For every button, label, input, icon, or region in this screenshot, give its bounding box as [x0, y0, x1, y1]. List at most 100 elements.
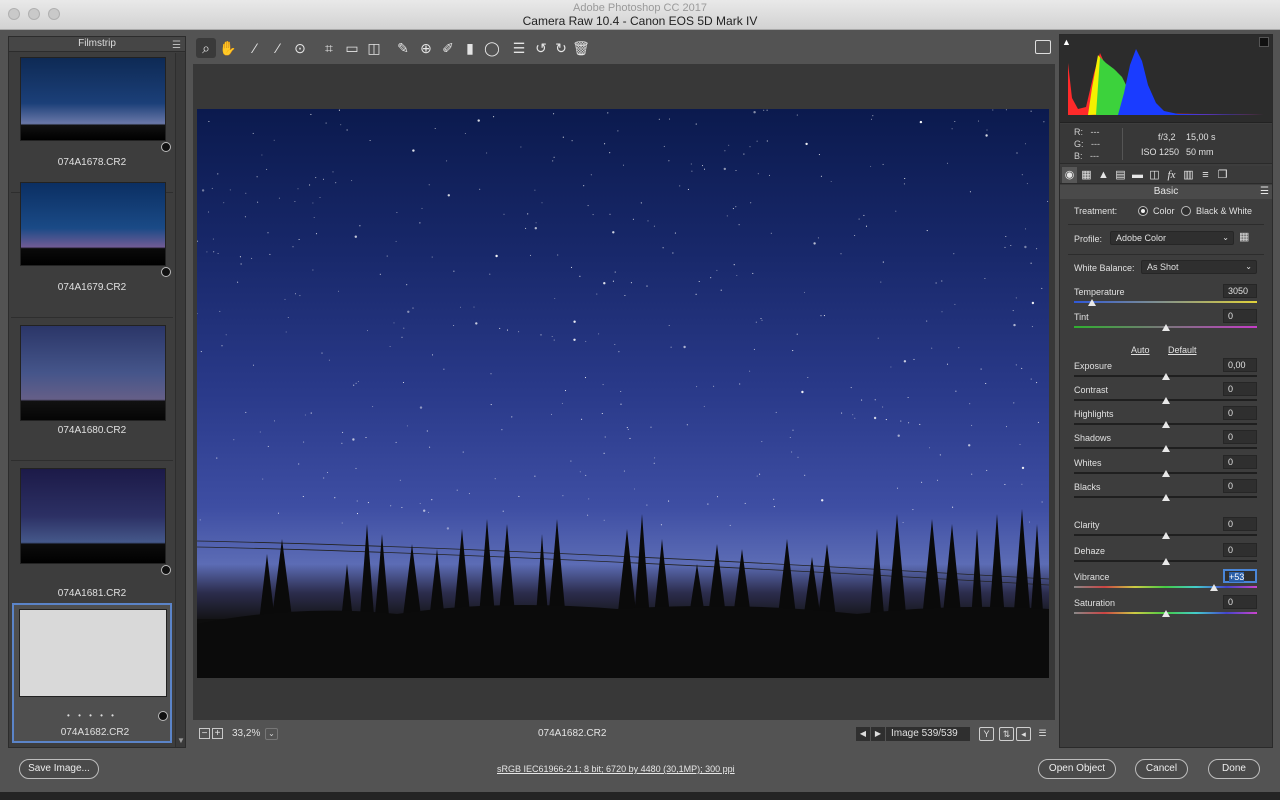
highlights-value-field[interactable]: 0	[1223, 406, 1257, 420]
treatment-color-radio[interactable]	[1138, 206, 1148, 216]
contrast-slider-handle[interactable]	[1161, 397, 1170, 404]
white-balance-select[interactable]: As Shot ⌄	[1141, 260, 1257, 274]
lens-corrections-tab-icon[interactable]: ◫	[1147, 167, 1162, 183]
section-menu-icon[interactable]: ☰	[1260, 185, 1269, 199]
image-preview-area[interactable]	[193, 64, 1055, 720]
effects-tab-icon[interactable]: fx	[1164, 167, 1179, 183]
save-image-button[interactable]: Save Image...	[19, 759, 99, 779]
hand-tool-icon[interactable]: ✋	[218, 38, 238, 58]
dehaze-value-field[interactable]: 0	[1223, 543, 1257, 557]
open-object-button[interactable]: Open Object	[1038, 759, 1116, 779]
white-balance-tool-icon[interactable]: ⁄	[245, 38, 265, 58]
detail-tab-icon[interactable]: ▲	[1096, 167, 1111, 183]
toggle-settings-icon[interactable]: ☰	[1035, 727, 1050, 741]
radial-filter-icon[interactable]: ◯	[482, 38, 502, 58]
temperature-value-field[interactable]: 3050	[1223, 284, 1257, 298]
dehaze-slider-handle[interactable]	[1161, 558, 1170, 565]
filmstrip-menu-icon[interactable]: ☰	[172, 39, 181, 53]
graduated-filter-icon[interactable]: ▮	[460, 38, 480, 58]
temperature-slider-handle[interactable]	[1088, 299, 1097, 306]
red-eye-removal-icon[interactable]: ⊕	[416, 38, 436, 58]
vibrance-slider-track[interactable]	[1074, 586, 1257, 588]
swap-settings-icon[interactable]: ⇅	[999, 727, 1014, 741]
treatment-color-label[interactable]: Color	[1153, 206, 1175, 216]
saturation-slider-handle[interactable]	[1161, 610, 1170, 617]
split-toning-tab-icon[interactable]: ▬	[1130, 167, 1145, 183]
presets-tab-icon[interactable]: ≡	[1198, 167, 1213, 183]
temperature-slider-track[interactable]	[1074, 301, 1257, 303]
vibrance-slider-handle[interactable]	[1209, 584, 1218, 591]
filmstrip-thumbnail[interactable]: 074A1680.CR2	[11, 321, 173, 461]
hsl-tab-icon[interactable]: ▤	[1113, 167, 1128, 183]
red-value: ---	[1090, 127, 1100, 137]
clarity-slider-handle[interactable]	[1161, 532, 1170, 539]
color-sampler-tool-icon[interactable]: ⁄	[268, 38, 288, 58]
transform-tool-icon[interactable]: ◫	[364, 38, 384, 58]
snapshots-tab-icon[interactable]: ❐	[1215, 167, 1230, 183]
adjustment-brush-icon[interactable]: ✐	[438, 38, 458, 58]
auto-button[interactable]: Auto	[1131, 345, 1150, 355]
iso: ISO 1250	[1141, 147, 1180, 157]
straighten-tool-icon[interactable]: ▭	[342, 38, 362, 58]
trash-icon[interactable]: 🗑	[571, 38, 591, 58]
previous-image-icon[interactable]: ◀	[856, 727, 870, 741]
done-button[interactable]: Done	[1208, 759, 1260, 779]
spot-removal-icon[interactable]: ✎	[393, 38, 413, 58]
profile-browser-icon[interactable]: ▦	[1239, 231, 1255, 245]
zoom-out-button[interactable]: −	[199, 728, 210, 739]
zoom-level[interactable]: 33,2%	[232, 728, 260, 739]
calibration-tab-icon[interactable]: ▥	[1181, 167, 1196, 183]
workflow-options-link[interactable]: sRGB IEC61966-2.1; 8 bit; 6720 by 4480 (…	[497, 764, 735, 774]
preview-image[interactable]	[197, 109, 1049, 678]
saturation-value-field[interactable]: 0	[1223, 595, 1257, 609]
next-image-icon[interactable]: ▶	[871, 727, 885, 741]
whites-value-field[interactable]: 0	[1223, 455, 1257, 469]
whites-slider-handle[interactable]	[1161, 470, 1170, 477]
rotate-left-icon[interactable]: ↺	[531, 38, 551, 58]
highlights-slider-handle[interactable]	[1161, 421, 1170, 428]
preferences-icon[interactable]: ☰	[509, 38, 529, 58]
shadow-clipping-warning-icon[interactable]: ▲	[1062, 37, 1071, 47]
blacks-value-field[interactable]: 0	[1223, 479, 1257, 493]
scroll-down-icon[interactable]: ▼	[177, 736, 185, 745]
treatment-bw-radio[interactable]	[1181, 206, 1191, 216]
contrast-value-field[interactable]: 0	[1223, 382, 1257, 396]
thumbnail-image	[20, 57, 166, 141]
filmstrip-thumbnail[interactable]: 074A1678.CR2	[11, 53, 173, 193]
rotate-right-icon[interactable]: ↻	[551, 38, 571, 58]
vibrance-value-field[interactable]: +53	[1223, 569, 1257, 583]
cancel-button[interactable]: Cancel	[1135, 759, 1188, 779]
dehaze-value: 0	[1228, 545, 1234, 555]
copy-settings-icon[interactable]: ◂	[1016, 727, 1031, 741]
zoom-dropdown-icon[interactable]: ⌄	[265, 728, 278, 740]
default-button[interactable]: Default	[1168, 345, 1197, 355]
basic-tab-icon[interactable]: ◉	[1062, 167, 1077, 183]
exposure-value-field[interactable]: 0,00	[1223, 358, 1257, 372]
star-rating[interactable]: • • • • •	[14, 711, 170, 720]
profile-select[interactable]: Adobe Color ⌄	[1110, 231, 1234, 245]
blacks-slider-handle[interactable]	[1161, 494, 1170, 501]
night-sky-photo	[197, 109, 1049, 678]
targeted-adjustment-tool-icon[interactable]: ⊙	[290, 38, 310, 58]
tone-curve-tab-icon[interactable]: ▦	[1079, 167, 1094, 183]
crop-tool-icon[interactable]: ⌗	[319, 38, 339, 58]
window-title: Camera Raw 10.4 - Canon EOS 5D Mark IV	[522, 14, 758, 28]
filmstrip-thumbnail[interactable]: 074A1679.CR2	[11, 178, 173, 318]
highlight-clipping-warning-icon[interactable]	[1259, 37, 1269, 47]
tint-slider-handle[interactable]	[1161, 324, 1170, 331]
temperature-value: 3050	[1228, 286, 1249, 296]
zoom-in-button[interactable]: +	[212, 728, 223, 739]
shadows-slider-handle[interactable]	[1161, 445, 1170, 452]
before-after-view-icon[interactable]: Y	[979, 727, 994, 741]
adjusted-badge-icon	[161, 565, 171, 575]
clarity-value-field[interactable]: 0	[1223, 517, 1257, 531]
shadows-value-field[interactable]: 0	[1223, 430, 1257, 444]
filmstrip-thumbnail[interactable]: 074A1681.CR2	[11, 464, 173, 604]
fullscreen-toggle-icon[interactable]	[1035, 40, 1051, 54]
filmstrip-scrollbar[interactable]: ▼	[175, 53, 185, 747]
exposure-slider-handle[interactable]	[1161, 373, 1170, 380]
filmstrip-thumbnail-selected[interactable]: • • • • • 074A1682.CR2	[12, 603, 172, 743]
tint-value-field[interactable]: 0	[1223, 309, 1257, 323]
treatment-bw-label[interactable]: Black & White	[1196, 206, 1252, 216]
zoom-tool-icon[interactable]: ⌕	[196, 38, 216, 58]
